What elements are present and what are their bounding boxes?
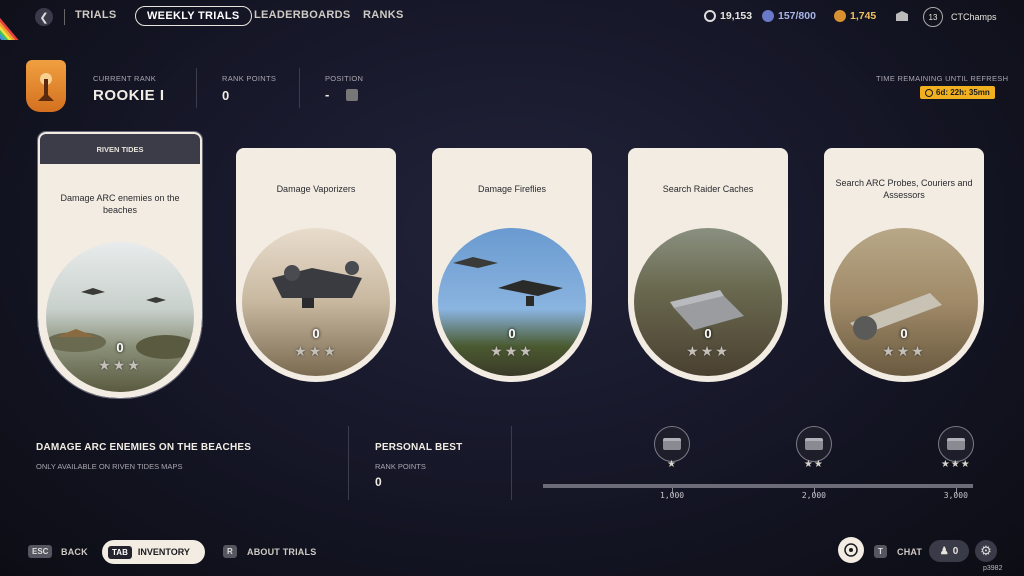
card-stars: ★★★ xyxy=(490,343,534,359)
card-score: 0 xyxy=(508,326,516,341)
position-value: - xyxy=(325,87,330,102)
tab-leaderboards[interactable]: LEADERBOARDS xyxy=(254,9,351,21)
coin-icon xyxy=(704,10,716,22)
milestone-stars: ★★★ xyxy=(940,459,971,470)
divider xyxy=(511,426,512,500)
friends-icon: ♟ xyxy=(939,545,949,557)
card-score: 0 xyxy=(116,340,124,355)
card-image: 0 ★★★ xyxy=(634,228,782,376)
tab-trials[interactable]: TRIALS xyxy=(75,9,117,21)
trial-detail-title: DAMAGE ARC ENEMIES ON THE BEACHES xyxy=(36,442,252,453)
tab-weekly-trials[interactable]: WEEKLY TRIALS xyxy=(135,6,252,26)
cred-currency: 1,745 xyxy=(834,10,876,22)
cred-value: 1,745 xyxy=(850,10,877,22)
chest-icon xyxy=(804,438,823,450)
milestone-value: 2,000 xyxy=(801,491,826,500)
chest-icon xyxy=(946,438,965,450)
position-info-icon[interactable] xyxy=(346,89,358,101)
milestone-chest-icon[interactable] xyxy=(654,426,690,462)
card-title: Damage ARC enemies on the beaches xyxy=(60,193,180,215)
card-score: 0 xyxy=(704,326,712,341)
trial-card-arc-probes[interactable]: Search ARC Probes, Couriers and Assessor… xyxy=(824,148,984,382)
card-score: 0 xyxy=(312,326,320,341)
r-key: R xyxy=(223,545,237,558)
divider xyxy=(64,9,65,25)
milestone-stars: ★ xyxy=(667,459,677,470)
milestone-chest-icon[interactable] xyxy=(795,426,832,462)
raider-tokens-currency: 157/800 xyxy=(762,10,816,22)
card-image: 0 ★★★ xyxy=(46,242,194,392)
divider xyxy=(196,68,197,108)
card-title: Damage Fireflies xyxy=(477,184,547,194)
divider xyxy=(299,68,300,108)
milestone-progress-track xyxy=(543,484,973,488)
card-map-header: RIVEN TIDES xyxy=(40,134,200,164)
top-bar: ❮ TRIALS WEEKLY TRIALS LEADERBOARDS RANK… xyxy=(0,0,1024,34)
card-title: Damage Vaporizers xyxy=(276,184,356,194)
trial-card-raider-caches[interactable]: Search Raider Caches 0 ★★★ xyxy=(628,148,788,382)
current-rank-value: ROOKIE I xyxy=(93,87,165,104)
token-icon xyxy=(762,10,774,22)
settings-gear-icon[interactable]: ⚙ xyxy=(975,540,997,562)
raider-tokens-value: 157/800 xyxy=(778,10,816,22)
esc-key: ESC xyxy=(28,545,53,558)
chest-icon xyxy=(663,438,681,450)
card-stars: ★★★ xyxy=(98,357,142,373)
build-version: p3982 xyxy=(983,565,1003,572)
personal-best-title: PERSONAL BEST xyxy=(375,442,463,453)
rank-points-value: 0 xyxy=(222,88,230,103)
back-button[interactable]: BACK xyxy=(61,547,88,557)
milestone-chest-icon[interactable] xyxy=(937,426,974,462)
player-level: 13 xyxy=(923,7,943,27)
refresh-time-value: 6d: 22h: 35mn xyxy=(936,88,990,97)
friends-count: 0 xyxy=(952,545,959,557)
mail-icon[interactable] xyxy=(896,11,908,21)
cred-icon xyxy=(834,10,846,22)
card-score: 0 xyxy=(900,326,908,341)
trial-card-riven-tides[interactable]: RIVEN TIDES Damage ARC enemies on the be… xyxy=(37,131,203,399)
back-arrow-icon[interactable]: ❮ xyxy=(35,8,53,26)
refresh-label: TIME REMAINING UNTIL REFRESH xyxy=(876,74,1009,83)
card-stars: ★★★ xyxy=(294,343,338,359)
rank-badge-icon xyxy=(26,60,66,112)
card-stars: ★★★ xyxy=(686,343,730,359)
friends-button[interactable]: ♟ 0 xyxy=(929,540,969,562)
chat-button[interactable]: CHAT xyxy=(897,547,922,557)
tab-key: TAB xyxy=(108,545,132,559)
refresh-timer: 6d: 22h: 35mn xyxy=(920,86,995,99)
card-image: 0 ★★★ xyxy=(438,228,586,376)
position-label: POSITION xyxy=(325,74,364,83)
personal-best-value: 0 xyxy=(375,475,382,489)
divider xyxy=(348,426,349,500)
tab-ranks[interactable]: RANKS xyxy=(363,9,404,21)
coins-currency: 19,153 xyxy=(704,10,752,22)
milestone-stars: ★★ xyxy=(803,459,824,470)
milestone-value: 1,000 xyxy=(660,491,685,500)
emblem-icon[interactable] xyxy=(838,537,864,563)
card-title: Search Raider Caches xyxy=(662,184,754,194)
trial-card-vaporizers[interactable]: Damage Vaporizers 0 ★★★ xyxy=(236,148,396,382)
trial-card-fireflies[interactable]: Damage Fireflies 0 ★★★ xyxy=(432,148,592,382)
milestone-value: 3,000 xyxy=(943,491,968,500)
trial-detail-subtitle: ONLY AVAILABLE ON RIVEN TIDES MAPS xyxy=(36,462,183,471)
card-stars: ★★★ xyxy=(882,343,926,359)
personal-best-label: RANK POINTS xyxy=(375,462,426,471)
card-image: 0 ★★★ xyxy=(242,228,390,376)
inventory-label: INVENTORY xyxy=(137,547,190,557)
card-title: Search ARC Probes, Couriers and Assessor… xyxy=(835,178,973,200)
coins-value: 19,153 xyxy=(720,10,753,22)
rank-points-label: RANK POINTS xyxy=(222,74,277,83)
inventory-button[interactable]: TAB INVENTORY xyxy=(102,540,205,564)
about-trials-button[interactable]: ABOUT TRIALS xyxy=(247,547,316,557)
t-key: T xyxy=(874,545,887,558)
current-rank-label: CURRENT RANK xyxy=(93,74,157,83)
clock-icon xyxy=(925,88,933,97)
player-name[interactable]: CTChamps xyxy=(951,12,997,22)
card-image: 0 ★★★ xyxy=(830,228,978,376)
